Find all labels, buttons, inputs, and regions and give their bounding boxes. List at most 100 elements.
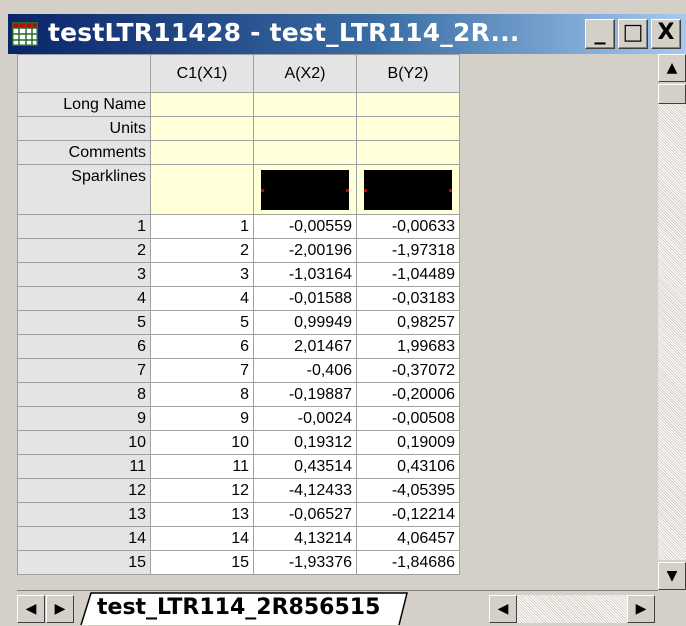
sparkline-cell-a[interactable] xyxy=(253,164,357,215)
cell-b[interactable]: 0,19009 xyxy=(356,430,460,455)
cell-a[interactable]: 4,13214 xyxy=(253,526,357,551)
column-header-c1[interactable]: C1(X1) xyxy=(150,54,254,93)
cell-b[interactable]: 0,43106 xyxy=(356,454,460,479)
title-bar[interactable]: testLTR11428 - test_LTR114_2R... _ □ X xyxy=(8,14,686,54)
row-number[interactable]: 3 xyxy=(17,262,151,287)
sparkline-cell-b[interactable] xyxy=(356,164,460,215)
row-number[interactable]: 4 xyxy=(17,286,151,311)
row-number[interactable]: 12 xyxy=(17,478,151,503)
maximize-button[interactable]: □ xyxy=(618,19,648,49)
cell-c1[interactable]: 11 xyxy=(150,454,254,479)
cell-b[interactable]: 0,98257 xyxy=(356,310,460,335)
row-label-units[interactable]: Units xyxy=(17,116,151,141)
cell-c1[interactable]: 10 xyxy=(150,430,254,455)
minimize-button[interactable]: _ xyxy=(585,19,615,49)
first-sheet-button[interactable]: ◀ xyxy=(17,595,45,623)
cell-a[interactable]: 2,01467 xyxy=(253,334,357,359)
cell-b[interactable]: -0,00633 xyxy=(356,214,460,239)
cell-c1[interactable]: 5 xyxy=(150,310,254,335)
close-button[interactable]: X xyxy=(651,19,681,49)
hscroll-left-button[interactable]: ◀ xyxy=(489,595,517,623)
cell-c1[interactable]: 12 xyxy=(150,478,254,503)
worksheet-grid[interactable]: C1(X1) A(X2) B(Y2) Long Name Units Comme… xyxy=(17,54,658,590)
vertical-scrollbar[interactable]: ▲ ▼ xyxy=(658,54,686,590)
meta-cell[interactable] xyxy=(150,140,254,165)
cell-c1[interactable]: 9 xyxy=(150,406,254,431)
hscroll-right-button[interactable]: ▶ xyxy=(627,595,655,623)
meta-cell[interactable] xyxy=(356,92,460,117)
scroll-thumb[interactable] xyxy=(658,84,686,104)
cell-c1[interactable]: 2 xyxy=(150,238,254,263)
horizontal-scroll-track[interactable] xyxy=(517,595,627,623)
row-number[interactable]: 14 xyxy=(17,526,151,551)
cell-c1[interactable]: 14 xyxy=(150,526,254,551)
corner-cell[interactable] xyxy=(17,54,151,93)
table-row: 12 12 -4,12433 -4,05395 xyxy=(17,478,460,503)
next-sheet-button[interactable]: ▶ xyxy=(46,595,74,623)
cell-b[interactable]: -0,00508 xyxy=(356,406,460,431)
meta-cell[interactable] xyxy=(150,116,254,141)
cell-b[interactable]: -1,97318 xyxy=(356,238,460,263)
resize-grip[interactable] xyxy=(658,590,686,626)
cell-b[interactable]: -0,37072 xyxy=(356,358,460,383)
cell-b[interactable]: -0,20006 xyxy=(356,382,460,407)
scroll-up-button[interactable]: ▲ xyxy=(658,54,686,82)
sheet-tab[interactable]: test_LTR114_2R856515 xyxy=(87,593,380,623)
cell-b[interactable]: -4,05395 xyxy=(356,478,460,503)
cell-a[interactable]: -0,06527 xyxy=(253,502,357,527)
cell-b[interactable]: -0,12214 xyxy=(356,502,460,527)
meta-cell[interactable] xyxy=(150,92,254,117)
cell-a[interactable]: -0,01588 xyxy=(253,286,357,311)
row-number[interactable]: 2 xyxy=(17,238,151,263)
cell-b[interactable]: -1,84686 xyxy=(356,550,460,575)
cell-a[interactable]: 0,43514 xyxy=(253,454,357,479)
cell-c1[interactable]: 8 xyxy=(150,382,254,407)
cell-b[interactable]: 1,99683 xyxy=(356,334,460,359)
meta-cell[interactable] xyxy=(356,116,460,141)
scroll-track[interactable] xyxy=(658,84,686,560)
meta-cell[interactable] xyxy=(356,140,460,165)
cell-a[interactable]: -1,03164 xyxy=(253,262,357,287)
scroll-down-button[interactable]: ▼ xyxy=(658,562,686,590)
row-number[interactable]: 5 xyxy=(17,310,151,335)
sparkline-cell-c1[interactable] xyxy=(150,164,254,215)
cell-a[interactable]: -0,00559 xyxy=(253,214,357,239)
cell-a[interactable]: -2,00196 xyxy=(253,238,357,263)
cell-a[interactable]: -0,19887 xyxy=(253,382,357,407)
table-row: 1 1 -0,00559 -0,00633 xyxy=(17,214,460,239)
cell-c1[interactable]: 4 xyxy=(150,286,254,311)
meta-cell[interactable] xyxy=(253,116,357,141)
cell-a[interactable]: 0,99949 xyxy=(253,310,357,335)
row-number[interactable]: 10 xyxy=(17,430,151,455)
row-number[interactable]: 8 xyxy=(17,382,151,407)
row-number[interactable]: 15 xyxy=(17,550,151,575)
cell-a[interactable]: -4,12433 xyxy=(253,478,357,503)
meta-cell[interactable] xyxy=(253,92,357,117)
column-header-a[interactable]: A(X2) xyxy=(253,54,357,93)
cell-a[interactable]: 0,19312 xyxy=(253,430,357,455)
cell-a[interactable]: -0,406 xyxy=(253,358,357,383)
cell-c1[interactable]: 6 xyxy=(150,334,254,359)
column-header-b[interactable]: B(Y2) xyxy=(356,54,460,93)
sparkline-a xyxy=(261,169,349,210)
row-number[interactable]: 7 xyxy=(17,358,151,383)
cell-a[interactable]: -0,0024 xyxy=(253,406,357,431)
cell-a[interactable]: -1,93376 xyxy=(253,550,357,575)
cell-c1[interactable]: 13 xyxy=(150,502,254,527)
row-label-sparklines[interactable]: Sparklines xyxy=(17,164,151,215)
row-number[interactable]: 13 xyxy=(17,502,151,527)
row-label-long-name[interactable]: Long Name xyxy=(17,92,151,117)
cell-c1[interactable]: 3 xyxy=(150,262,254,287)
cell-c1[interactable]: 1 xyxy=(150,214,254,239)
cell-c1[interactable]: 15 xyxy=(150,550,254,575)
row-number[interactable]: 9 xyxy=(17,406,151,431)
cell-c1[interactable]: 7 xyxy=(150,358,254,383)
cell-b[interactable]: 4,06457 xyxy=(356,526,460,551)
meta-cell[interactable] xyxy=(253,140,357,165)
row-number[interactable]: 11 xyxy=(17,454,151,479)
cell-b[interactable]: -1,04489 xyxy=(356,262,460,287)
cell-b[interactable]: -0,03183 xyxy=(356,286,460,311)
row-number[interactable]: 1 xyxy=(17,214,151,239)
row-number[interactable]: 6 xyxy=(17,334,151,359)
row-label-comments[interactable]: Comments xyxy=(17,140,151,165)
